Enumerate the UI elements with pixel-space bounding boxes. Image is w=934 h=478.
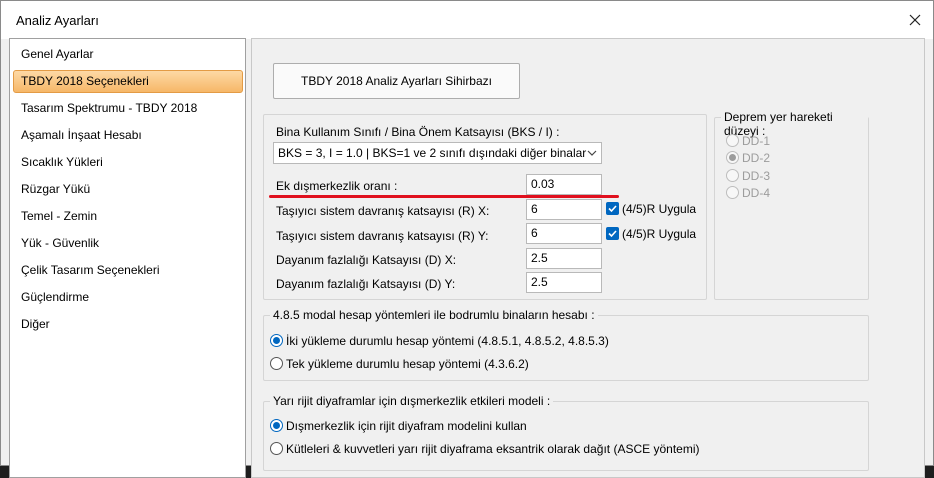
rigid-diaphragm-model-label: Dışmerkezlik için rijit diyafram modelin… [286,419,527,433]
eccentricity-label: Ek dışmerkezlik oranı : [276,179,398,193]
sidebar-item-load-safety[interactable]: Yük - Güvenlik [13,232,243,255]
d-y-label: Dayanım fazlalığı Katsayısı (D) Y: [276,277,456,291]
dd-3-label: DD-3 [742,169,771,183]
sidebar-item-wind-load[interactable]: Rüzgar Yükü [13,178,243,201]
check-icon [608,205,617,213]
wizard-button[interactable]: TBDY 2018 Analiz Ayarları Sihirbazı [273,63,520,99]
dd-3-radio[interactable] [726,169,739,182]
two-load-case-radio[interactable] [270,334,283,347]
sidebar-item-foundation-soil[interactable]: Temel - Zemin [13,205,243,228]
sidebar-item-tbdy-2018-options[interactable]: TBDY 2018 Seçenekleri [13,70,243,93]
check-icon [608,230,617,238]
r-y-input[interactable]: 6 [526,223,602,244]
semi-rigid-diaphragm-group: Yarı rijit diyaframlar için dışmerkezlik… [263,394,869,471]
asce-method-label: Kütleleri & kuvvetleri yarı rijit diyafr… [286,442,700,456]
r-x-label: Taşıyıcı sistem davranış katsayısı (R) X… [276,204,490,218]
sidebar-item-staged-construction[interactable]: Aşamalı İnşaat Hesabı [13,124,243,147]
close-icon[interactable] [904,9,926,31]
dd-4-radio[interactable] [726,186,739,199]
bks-selected-value: BKS = 3, I = 1.0 | BKS=1 ve 2 sınıfı dış… [278,146,587,160]
modal-analysis-caption: 4.8.5 modal hesap yöntemleri ile bodruml… [270,308,598,322]
dd-1-label: DD-1 [742,134,771,148]
single-load-case-radio[interactable] [270,357,283,370]
eccentricity-input[interactable]: 0.03 [526,174,602,195]
apply-4-5-r-y-label: (4/5)R Uygula [622,227,697,241]
chevron-down-icon [587,150,597,156]
dd-4-label: DD-4 [742,186,771,200]
dd-2-radio[interactable] [726,151,739,164]
sidebar-item-retrofit[interactable]: Güçlendirme [13,286,243,309]
annotation-underline [269,195,619,198]
d-x-label: Dayanım fazlalığı Katsayısı (D) X: [276,253,457,267]
r-y-label: Taşıyıcı sistem davranış katsayısı (R) Y… [276,229,489,243]
r-x-input[interactable]: 6 [526,199,602,220]
analysis-settings-window: Analiz Ayarları Genel Ayarlar TBDY 2018 … [0,0,934,478]
sidebar-item-design-spectrum[interactable]: Tasarım Spektrumu - TBDY 2018 [13,97,243,120]
apply-4-5-r-y-checkbox[interactable] [606,227,619,240]
bks-combobox[interactable]: BKS = 3, I = 1.0 | BKS=1 ve 2 sınıfı dış… [273,142,602,164]
modal-analysis-group: 4.8.5 modal hesap yöntemleri ile bodruml… [263,308,869,381]
single-load-case-label: Tek yükleme durumlu hesap yöntemi (4.3.6… [286,357,529,371]
d-y-input[interactable]: 2.5 [526,272,602,293]
sidebar-item-general[interactable]: Genel Ayarlar [13,43,243,66]
sidebar-item-other[interactable]: Diğer [13,313,243,336]
dd-1-radio[interactable] [726,134,739,147]
asce-method-radio[interactable] [270,442,283,455]
apply-4-5-r-x-checkbox[interactable] [606,202,619,215]
semi-rigid-diaphragm-caption: Yarı rijit diyaframlar için dışmerkezlik… [270,394,554,408]
d-x-input[interactable]: 2.5 [526,248,602,269]
sidebar-item-temperature-loads[interactable]: Sıcaklık Yükleri [13,151,243,174]
settings-category-list: Genel Ayarlar TBDY 2018 Seçenekleri Tasa… [9,38,246,478]
dd-2-label: DD-2 [742,151,771,165]
rigid-diaphragm-model-radio[interactable] [270,419,283,432]
title-bar: Analiz Ayarları [1,1,933,39]
sidebar-item-steel-design[interactable]: Çelik Tasarım Seçenekleri [13,259,243,282]
window-title: Analiz Ayarları [16,13,99,28]
two-load-case-label: İki yükleme durumlu hesap yöntemi (4.8.5… [286,334,609,348]
apply-4-5-r-x-label: (4/5)R Uygula [622,202,697,216]
bks-label: Bina Kullanım Sınıfı / Bina Önem Katsayı… [276,125,560,139]
